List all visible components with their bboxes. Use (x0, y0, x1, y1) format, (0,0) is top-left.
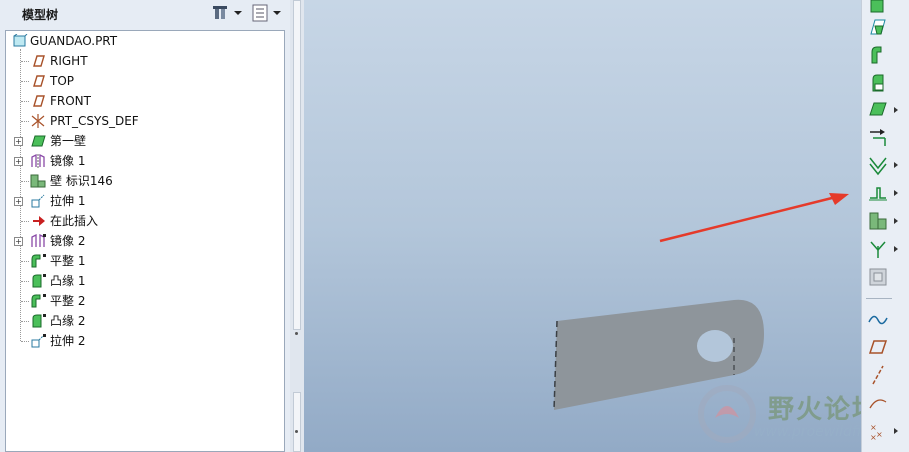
forum-logo (698, 385, 756, 443)
flange-icon (32, 314, 46, 328)
annotation-arrow (659, 195, 837, 243)
tree-tools-button[interactable] (213, 4, 242, 22)
tree-item-label: 凸缘 1 (50, 274, 86, 288)
tree-item-label: 凸缘 2 (50, 314, 86, 328)
bend-back-icon[interactable] (867, 210, 889, 232)
scrollbar-track-lower[interactable] (293, 392, 301, 452)
expand-toggle[interactable]: + (14, 197, 23, 206)
datum-plane-icon[interactable] (867, 336, 889, 358)
tree-branch (21, 181, 29, 182)
tree-item-label: 在此插入 (50, 214, 99, 228)
tree-item-label: 拉伸 1 (50, 194, 86, 208)
chevron-down-icon (234, 11, 242, 15)
model-tree: GUANDAO.PRT RIGHT TOP FRONT PRT_CSYS_DEF… (5, 30, 285, 452)
csys-icon (31, 114, 45, 128)
panel-splitter[interactable] (290, 0, 304, 452)
flatten-icon (31, 294, 46, 308)
tree-branch (21, 341, 29, 342)
insert-here-icon (33, 216, 45, 226)
scrollbar-track-upper[interactable] (293, 0, 301, 330)
panel-title: 模型树 (22, 8, 59, 22)
tools-icon (213, 6, 227, 19)
splitter-grip[interactable] (295, 430, 298, 433)
tree-branch (21, 281, 29, 282)
datum-axis-icon[interactable] (867, 364, 889, 386)
wall-icon (30, 174, 46, 188)
splitter-grip[interactable] (295, 332, 298, 335)
edge-bend-icon[interactable] (867, 154, 889, 176)
list-settings-icon (252, 4, 268, 22)
tree-item-label: 拉伸 2 (50, 334, 86, 348)
tree-connector (20, 49, 21, 341)
bend-icon[interactable] (867, 126, 889, 148)
tree-item-label: 平整 2 (50, 294, 86, 308)
chevron-down-icon (273, 11, 281, 15)
flange-icon (32, 274, 46, 288)
graphics-viewport[interactable] (304, 0, 861, 452)
datum-curve-icon[interactable] (867, 392, 889, 414)
tree-item-label: 第一壁 (50, 134, 87, 148)
part-hole (697, 330, 733, 362)
sketch-icon[interactable] (867, 308, 889, 330)
tree-branch (21, 61, 29, 62)
datum-csys-icon[interactable]: × × × (867, 420, 889, 442)
chevron-right-icon[interactable] (894, 428, 898, 434)
flange-wall-icon[interactable] (867, 16, 889, 38)
tree-item-label: 壁 标识146 (50, 174, 113, 188)
svg-text:×: × (870, 433, 877, 442)
datum-plane-icon (33, 55, 45, 67)
datum-plane-icon (33, 75, 45, 87)
rip-icon[interactable] (867, 98, 889, 120)
merge-icon[interactable] (867, 266, 889, 288)
mirror-icon (31, 154, 45, 168)
viewport-canvas (553, 193, 849, 411)
extrude-icon (31, 334, 46, 348)
part-icon (13, 34, 28, 47)
extrude-icon (31, 194, 45, 208)
tree-root-label: GUANDAO.PRT (30, 34, 118, 48)
unbend-icon[interactable] (867, 182, 889, 204)
extend-wall-icon[interactable] (867, 44, 889, 66)
tree-branch (21, 221, 29, 222)
chevron-right-icon[interactable] (894, 190, 898, 196)
tree-branch (21, 261, 29, 262)
corner-relief-icon[interactable] (867, 238, 889, 260)
chevron-right-icon[interactable] (894, 218, 898, 224)
arrow-head (829, 193, 849, 205)
chevron-right-icon[interactable] (894, 162, 898, 168)
tree-branch (21, 101, 29, 102)
tree-branch (21, 121, 29, 122)
mirror-icon (31, 234, 46, 247)
tree-branch (21, 81, 29, 82)
tree-item-label: FRONT (50, 94, 91, 108)
model-tree-panel: 模型树 GUANDAO.PRT RIGHT TOP FRONT PRT_CSYS… (0, 0, 290, 452)
tree-branch (21, 301, 29, 302)
svg-text:×: × (876, 430, 883, 439)
tree-item-label: 平整 1 (50, 254, 86, 268)
feature-toolbar: × × × (861, 0, 909, 452)
tree-settings-button[interactable] (252, 4, 281, 22)
sheetmetal-wall-icon (31, 135, 46, 147)
flatten-icon (31, 254, 46, 268)
tree-branch (21, 321, 29, 322)
model-tree-header: 模型树 (0, 0, 290, 28)
toolbar-separator (866, 298, 892, 299)
expand-toggle[interactable]: + (14, 237, 23, 246)
datum-plane-icon (33, 95, 45, 107)
tree-item-label: RIGHT (50, 54, 88, 68)
unattached-wall-icon[interactable] (867, 72, 889, 94)
expand-toggle[interactable]: + (14, 157, 23, 166)
expand-toggle[interactable]: + (14, 137, 23, 146)
tree-item-label: PRT_CSYS_DEF (50, 114, 139, 128)
tree-item-label: 镜像 2 (50, 234, 86, 248)
chevron-right-icon[interactable] (894, 246, 898, 252)
tree-item-label: 镜像 1 (50, 154, 86, 168)
flat-wall-icon[interactable] (867, 0, 889, 16)
tree-item-label: TOP (50, 74, 75, 88)
chevron-right-icon[interactable] (894, 107, 898, 113)
